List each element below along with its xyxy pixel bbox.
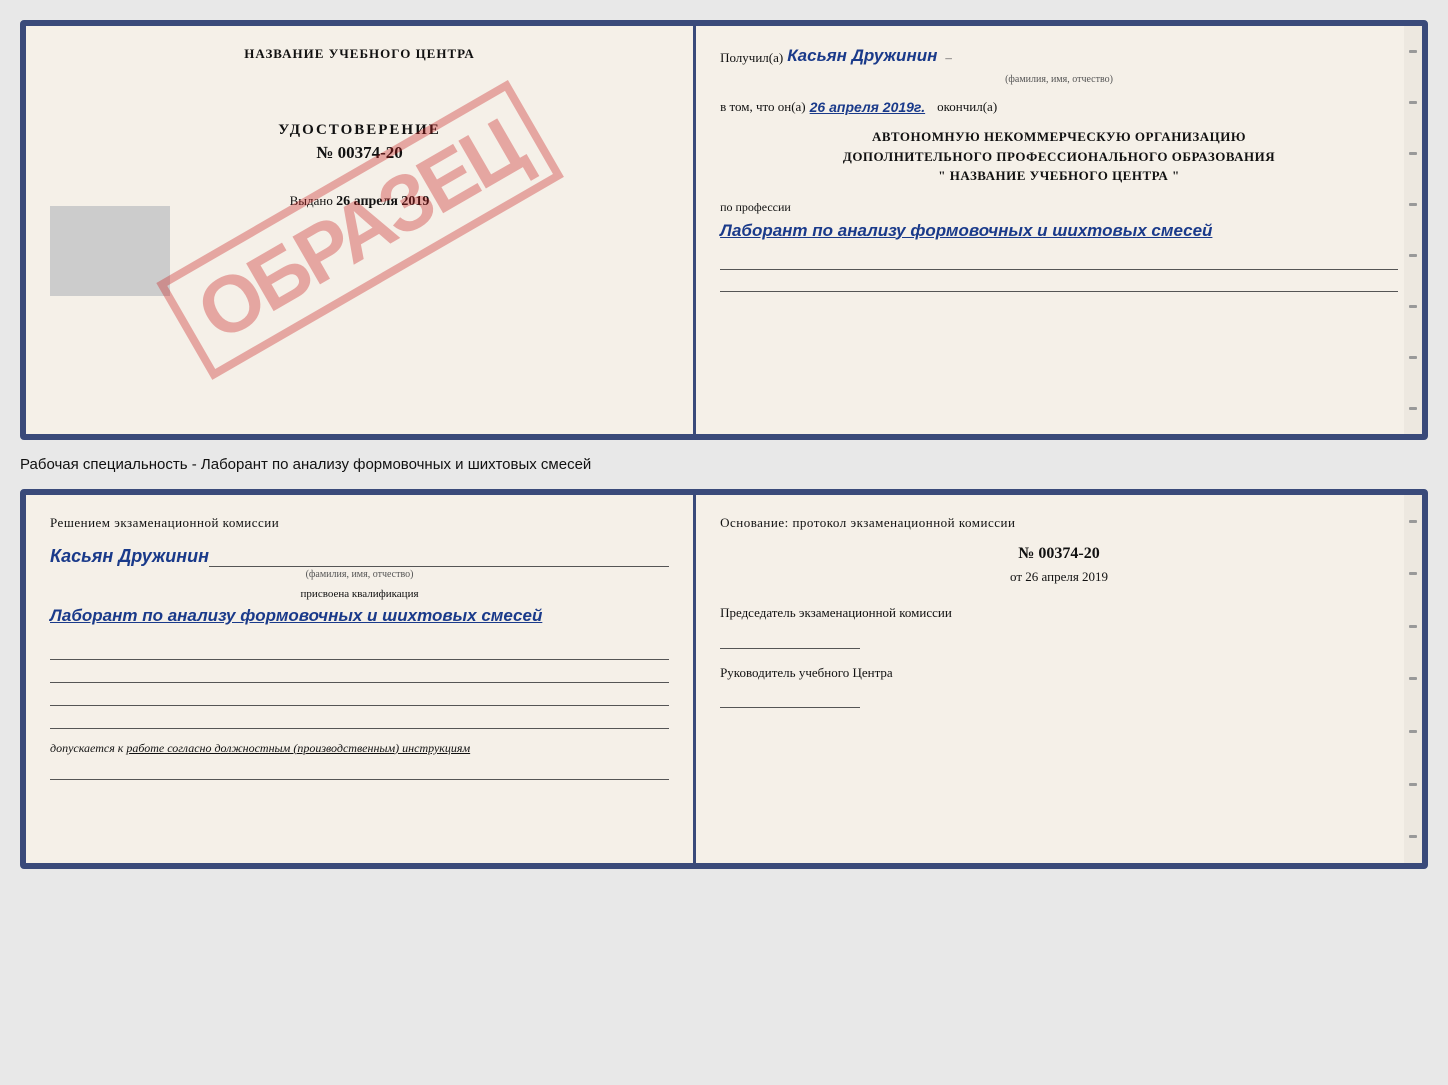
bottom-doc-left: Решением экзаменационной комиссии Касьян…	[26, 495, 696, 863]
name-sub-bottom: (фамилия, имя, отчество)	[50, 569, 669, 580]
ruk-section: Руководитель учебного Центра	[720, 663, 1398, 709]
bm-b6	[1409, 783, 1417, 786]
profession-text: Лаборант по анализу формовочных и шихтов…	[720, 219, 1398, 243]
vtom-label: в том, что он(а)	[720, 99, 806, 115]
vydano-date: 26 апреля 2019	[336, 194, 429, 209]
section-title: Решением экзаменационной комиссии	[50, 515, 669, 531]
okonchil-label: окончил(а)	[937, 99, 997, 115]
vydano-label: Выдано	[290, 193, 333, 208]
profession-label: по профессии	[720, 200, 1398, 215]
bm4	[1409, 203, 1417, 206]
name-sub: (фамилия, имя, отчество)	[720, 74, 1398, 85]
poluchil-name: Касьян Дружинин	[787, 46, 937, 66]
bm5	[1409, 254, 1417, 257]
poluchil-label: Получил(а)	[720, 50, 783, 66]
name-line: Касьян Дружинин	[50, 543, 669, 567]
cert-title: НАЗВАНИЕ УЧЕБНОГО ЦЕНТРА	[50, 46, 669, 62]
dopusk-line	[50, 762, 669, 780]
bm1	[1409, 50, 1417, 53]
bm-b5	[1409, 730, 1417, 733]
dopusk-text: допускается к работе согласно должностны…	[50, 741, 669, 756]
ruk-label: Руководитель учебного Центра	[720, 663, 1398, 683]
bm3	[1409, 152, 1417, 155]
predsed-sign-line	[720, 629, 860, 649]
bm-b4	[1409, 677, 1417, 680]
line2	[720, 274, 1398, 292]
bm6	[1409, 305, 1417, 308]
predsed-section: Председатель экзаменационной комиссии	[720, 603, 1398, 649]
photo-placeholder	[50, 206, 170, 296]
date-label: от	[1010, 569, 1022, 584]
bottom-lines	[50, 642, 669, 729]
top-doc-right: Получил(а) Касьян Дружинин – (фамилия, и…	[696, 26, 1422, 434]
org-line3: " НАЗВАНИЕ УЧЕБНОГО ЦЕНТРА "	[720, 166, 1398, 186]
bl3	[50, 688, 669, 706]
binding-marks	[1404, 26, 1422, 434]
assign-label: присвоена квалификация	[50, 588, 669, 600]
bm-b2	[1409, 572, 1417, 575]
osnov-title: Основание: протокол экзаменационной коми…	[720, 515, 1398, 531]
bm2	[1409, 101, 1417, 104]
bl1	[50, 642, 669, 660]
vtom-date: 26 апреля 2019г.	[810, 99, 925, 115]
bl2	[50, 665, 669, 683]
protocol-number: № 00374-20	[720, 545, 1398, 563]
right-bottom-lines	[720, 252, 1398, 292]
binding-marks-bottom	[1404, 495, 1422, 863]
bottom-document: Решением экзаменационной комиссии Касьян…	[20, 489, 1428, 869]
org-line1: АВТОНОМНУЮ НЕКОММЕРЧЕСКУЮ ОРГАНИЗАЦИЮ	[720, 127, 1398, 147]
predsed-label: Председатель экзаменационной комиссии	[720, 603, 1398, 623]
line1	[720, 252, 1398, 270]
bm-b3	[1409, 625, 1417, 628]
udost-label: УДОСТОВЕРЕНИЕ	[50, 122, 669, 139]
protocol-date: от 26 апреля 2019	[720, 569, 1398, 585]
poluchil-line: Получил(а) Касьян Дружинин –	[720, 46, 1398, 66]
ruk-sign-line	[720, 688, 860, 708]
bottom-doc-right: Основание: протокол экзаменационной коми…	[696, 495, 1422, 863]
udost-box: УДОСТОВЕРЕНИЕ № 00374-20	[50, 122, 669, 163]
page-wrapper: НАЗВАНИЕ УЧЕБНОГО ЦЕНТРА ОБРАЗЕЦ УДОСТОВ…	[20, 20, 1428, 869]
middle-text: Рабочая специальность - Лаборант по анал…	[20, 452, 1428, 477]
top-document: НАЗВАНИЕ УЧЕБНОГО ЦЕНТРА ОБРАЗЕЦ УДОСТОВ…	[20, 20, 1428, 440]
bl4	[50, 711, 669, 729]
bm7	[1409, 356, 1417, 359]
vtom-line: в том, что он(а) 26 апреля 2019г. окончи…	[720, 99, 1398, 115]
person-name: Касьян Дружинин	[50, 546, 209, 567]
dopusk-value: работе согласно должностным (производств…	[126, 741, 470, 755]
top-doc-left: НАЗВАНИЕ УЧЕБНОГО ЦЕНТРА ОБРАЗЕЦ УДОСТОВ…	[26, 26, 696, 434]
cert-number: № 00374-20	[50, 143, 669, 163]
protocol-date-val: 26 апреля 2019	[1025, 569, 1108, 584]
bm8	[1409, 407, 1417, 410]
org-section: АВТОНОМНУЮ НЕКОММЕРЧЕСКУЮ ОРГАНИЗАЦИЮ ДО…	[720, 127, 1398, 186]
assign-profession: Лаборант по анализу формовочных и шихтов…	[50, 604, 669, 628]
name-underline	[209, 543, 669, 567]
vydano: Выдано 26 апреля 2019	[50, 193, 669, 210]
bm-b1	[1409, 520, 1417, 523]
bm-b7	[1409, 835, 1417, 838]
org-line2: ДОПОЛНИТЕЛЬНОГО ПРОФЕССИОНАЛЬНОГО ОБРАЗО…	[720, 147, 1398, 167]
dopusk-label: допускается к	[50, 741, 123, 755]
